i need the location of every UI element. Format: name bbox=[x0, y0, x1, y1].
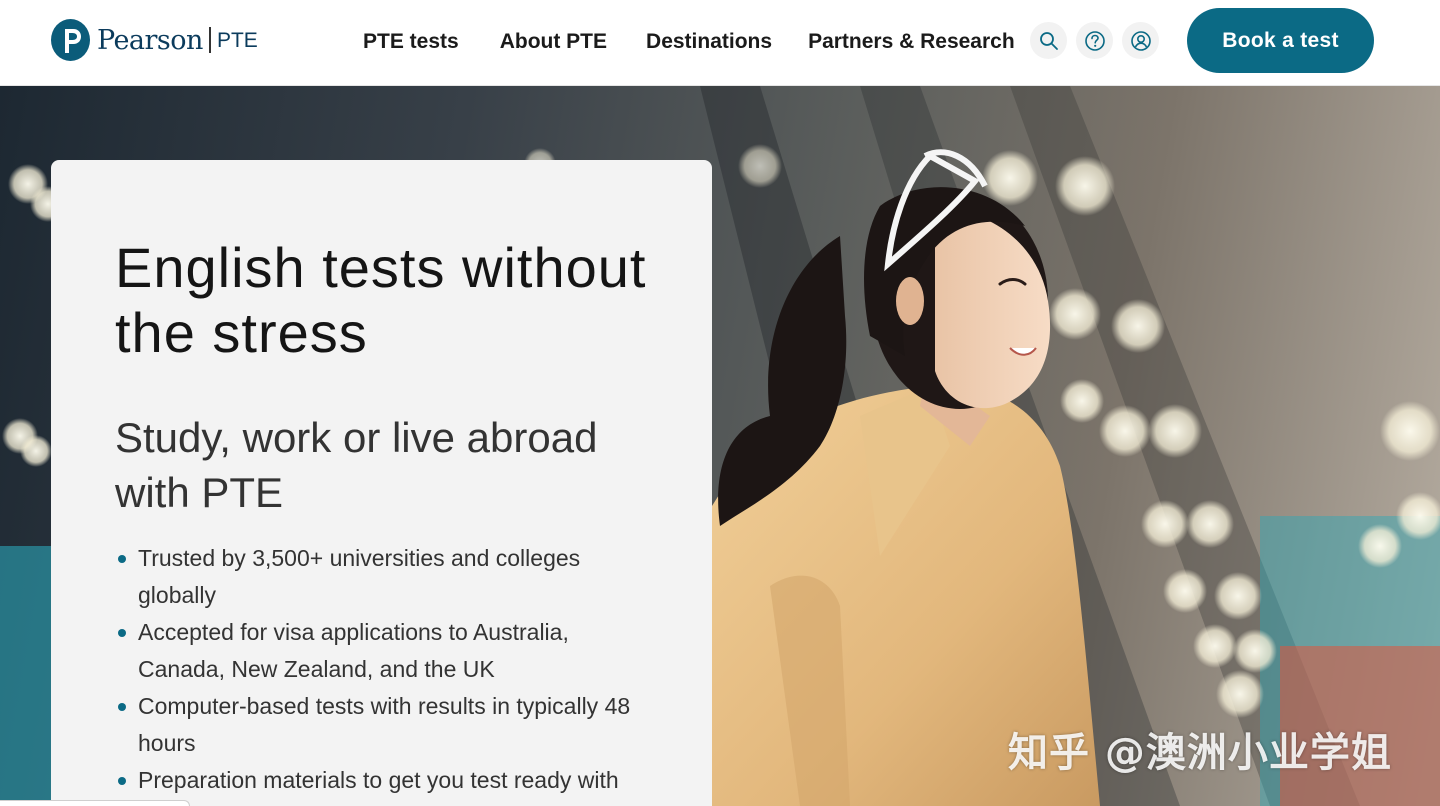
logo-divider bbox=[208, 27, 211, 53]
search-button[interactable] bbox=[1030, 22, 1067, 59]
hero-content-card: English tests without the stress Study, … bbox=[51, 160, 712, 806]
nav-item-destinations[interactable]: Destinations bbox=[646, 29, 772, 55]
hero-section: English tests without the stress Study, … bbox=[0, 86, 1440, 806]
top-navigation-bar: Pearson PTE PTE tests About PTE Destinat… bbox=[0, 0, 1440, 86]
hero-title: English tests without the stress bbox=[115, 236, 647, 364]
list-item: Trusted by 3,500+ universities and colle… bbox=[115, 540, 655, 614]
list-item: Computer-based tests with results in typ… bbox=[115, 688, 655, 762]
nav-item-partners-research[interactable]: Partners & Research bbox=[808, 29, 1015, 55]
logo-product-name: PTE bbox=[216, 28, 258, 52]
main-nav: PTE tests About PTE Destinations Partner… bbox=[363, 29, 1015, 55]
pearson-pte-logo[interactable]: Pearson PTE bbox=[51, 19, 258, 61]
account-button[interactable] bbox=[1122, 22, 1159, 59]
book-a-test-button[interactable]: Book a test bbox=[1187, 8, 1374, 73]
help-button[interactable] bbox=[1076, 22, 1113, 59]
list-item: Preparation materials to get you test re… bbox=[115, 762, 655, 806]
nav-item-pte-tests[interactable]: PTE tests bbox=[363, 29, 459, 55]
logo-wordmark: Pearson bbox=[97, 24, 203, 56]
help-icon bbox=[1084, 30, 1105, 51]
hero-benefits-list: Trusted by 3,500+ universities and colle… bbox=[115, 540, 655, 806]
pearson-logo-icon bbox=[51, 19, 90, 61]
hero-subtitle: Study, work or live abroad with PTE bbox=[115, 414, 598, 516]
watermark-text: 知乎 @澳洲小业学姐 bbox=[1008, 730, 1392, 776]
search-icon bbox=[1039, 31, 1058, 50]
account-icon bbox=[1130, 30, 1151, 51]
cookie-banner-edge[interactable] bbox=[0, 800, 190, 806]
nav-item-about-pte[interactable]: About PTE bbox=[500, 29, 607, 55]
list-item: Accepted for visa applications to Austra… bbox=[115, 614, 655, 688]
